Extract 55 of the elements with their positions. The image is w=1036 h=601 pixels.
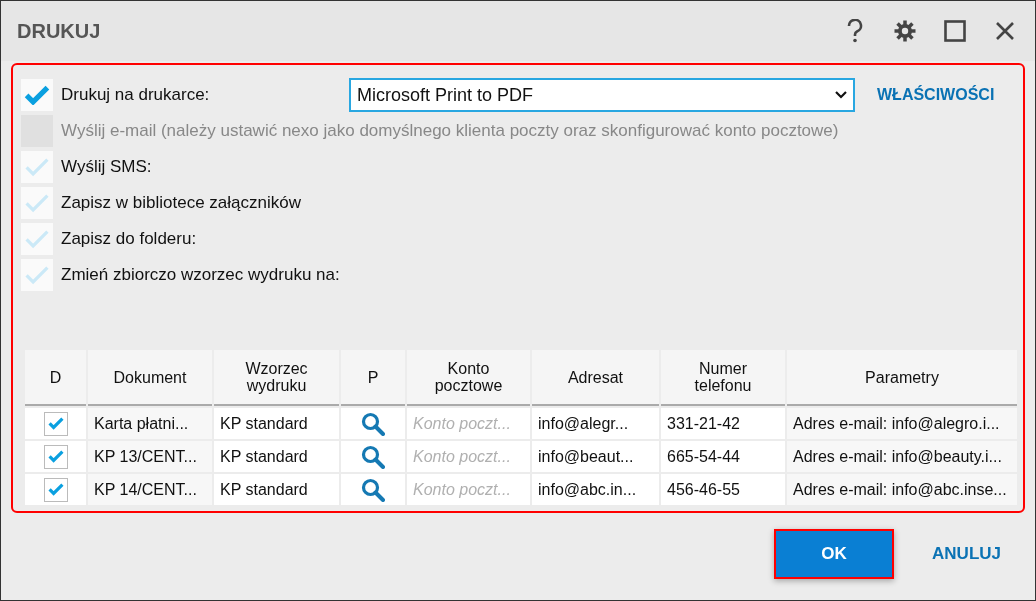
cancel-button[interactable]: ANULUJ	[932, 544, 1001, 564]
table-cell: KP 14/CENT...	[88, 474, 212, 505]
checkbox[interactable]	[21, 151, 53, 183]
row-checkbox[interactable]	[43, 477, 68, 502]
option-label: Zapisz do folderu:	[61, 229, 197, 249]
column-header[interactable]: Wzorzec wydruku	[214, 350, 339, 406]
table-cell: info@alegr...	[532, 408, 659, 439]
search-icon[interactable]	[361, 411, 385, 436]
table-cell: info@abc.in...	[532, 474, 659, 505]
column-header[interactable]: Parametry	[787, 350, 1017, 406]
table-cell: Adres e-mail: info@beauty.i...	[787, 441, 1017, 472]
table-cell: KP 13/CENT...	[88, 441, 212, 472]
check-icon	[24, 84, 50, 106]
faint-check-icon	[24, 192, 50, 214]
check-icon	[47, 483, 64, 496]
column-header[interactable]: Adresat	[532, 350, 659, 406]
column-header[interactable]: Dokument	[88, 350, 212, 406]
ok-button[interactable]: OK	[774, 529, 895, 579]
search-icon[interactable]	[361, 444, 385, 469]
table-cell: KP standard	[214, 474, 339, 505]
option-label: Wyślij e-mail (należy ustawić nexo jako domyślnego klienta poczty oraz skonfigurować konto pocztowe)	[61, 121, 839, 141]
chevron-down-icon	[835, 91, 847, 99]
row-checkbox[interactable]	[43, 411, 68, 436]
table-cell: Adres e-mail: info@alegro.i...	[787, 408, 1017, 439]
printer-dropdown[interactable]: Microsoft Print to PDF	[349, 78, 855, 112]
table-cell: info@beaut...	[532, 441, 659, 472]
check-icon	[47, 417, 64, 430]
option-label: Zmień zbiorczo wzorzec wydruku na:	[61, 265, 340, 285]
table-cell: 456-46-55	[661, 474, 785, 505]
checkbox[interactable]	[21, 223, 53, 255]
properties-link[interactable]: WŁAŚCIWOŚCI	[877, 86, 995, 104]
faint-check-icon	[24, 156, 50, 178]
table-cell: 331-21-42	[661, 408, 785, 439]
table-cell: 665-54-44	[661, 441, 785, 472]
table-cell: KP standard	[214, 408, 339, 439]
faint-check-icon	[24, 264, 50, 286]
table-cell: Karta płatni...	[88, 408, 212, 439]
window-title: DRUKUJ	[17, 19, 102, 43]
option-label: Drukuj na drukarce:	[61, 85, 211, 105]
column-header[interactable]: Konto pocztowe	[407, 350, 530, 406]
column-header[interactable]: D	[25, 350, 86, 406]
table-cell: Adres e-mail: info@abc.inse...	[787, 474, 1017, 505]
checkbox[interactable]	[21, 79, 53, 111]
checkbox[interactable]	[21, 259, 53, 291]
search-icon[interactable]	[361, 477, 385, 502]
table-cell: KP standard	[214, 441, 339, 472]
faint-check-icon	[24, 228, 50, 250]
check-icon	[47, 450, 64, 463]
column-header[interactable]: P	[341, 350, 405, 406]
option-label: Wyślij SMS:	[61, 157, 152, 177]
checkbox[interactable]	[21, 187, 53, 219]
maximize-icon[interactable]	[941, 17, 969, 45]
column-header[interactable]: Numer telefonu	[661, 350, 785, 406]
row-checkbox[interactable]	[43, 444, 68, 469]
option-label: Zapisz w bibliotece załączników	[61, 193, 301, 213]
